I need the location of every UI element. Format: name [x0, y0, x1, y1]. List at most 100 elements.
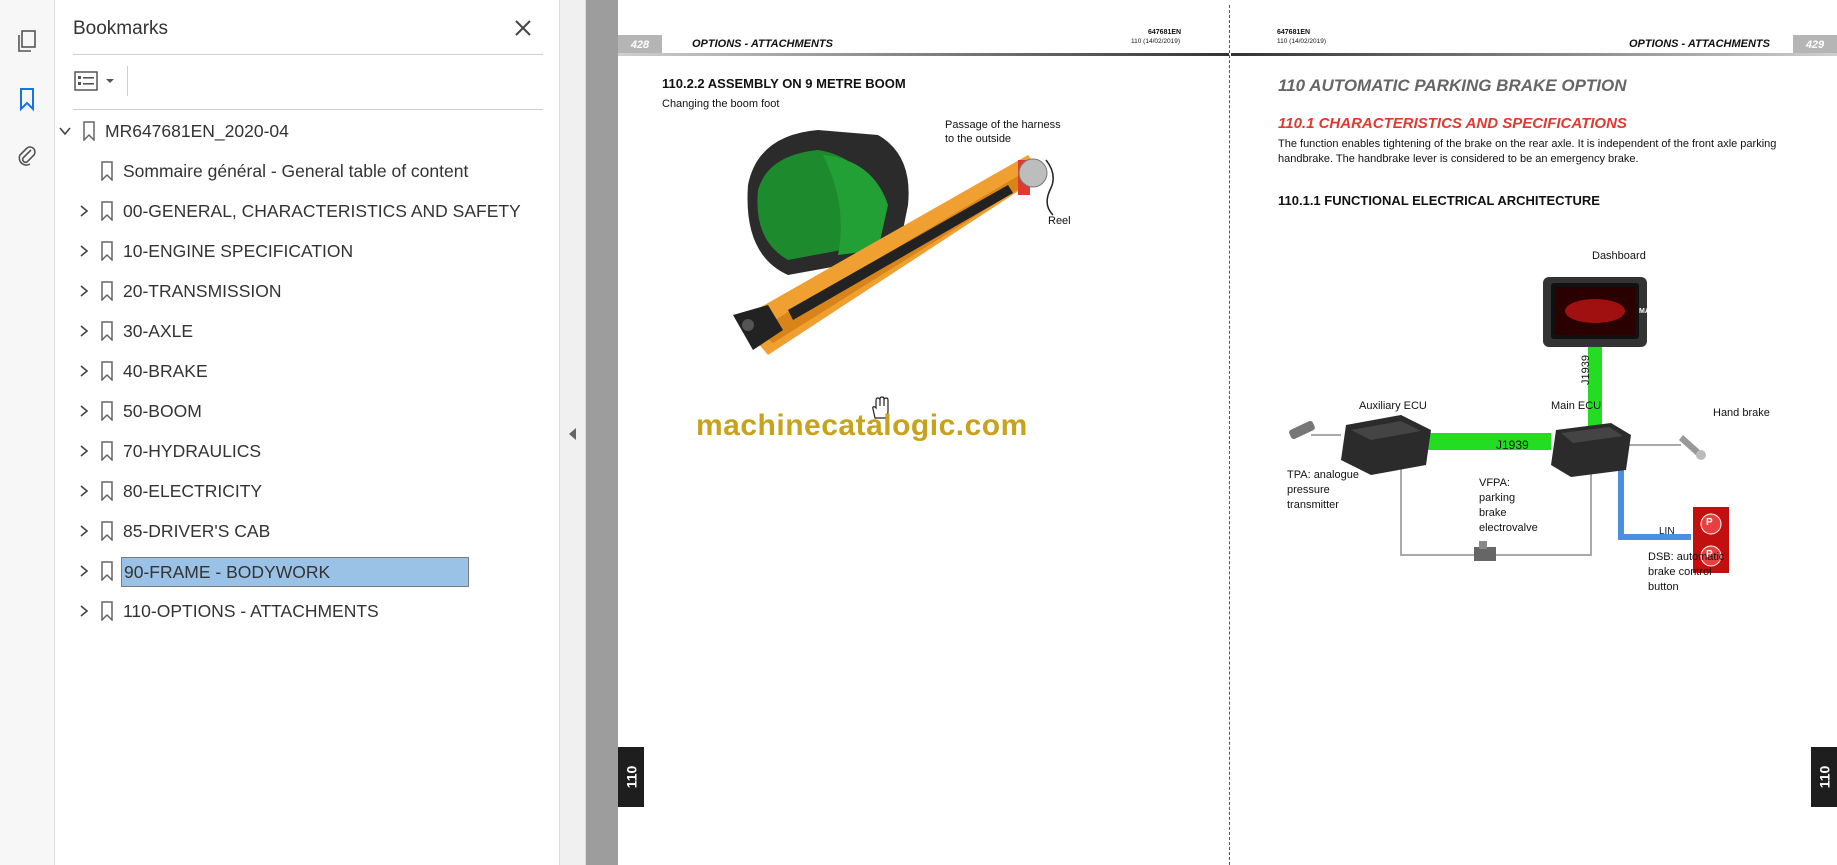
doc-date: 110 (14/02/2019) [1131, 38, 1181, 45]
page-header-title: OPTIONS - ATTACHMENTS [1629, 38, 1770, 50]
page-number: 429 [1793, 35, 1837, 55]
panel-divider [73, 109, 543, 110]
toolbar-separator [127, 66, 128, 96]
header-rule [618, 53, 1229, 56]
bookmark-row[interactable]: 90-FRAME - BODYWORK [55, 555, 559, 587]
bookmark-row[interactable]: 30-AXLE [55, 315, 559, 347]
auxiliary-ecu-label: Auxiliary ECU [1359, 400, 1427, 412]
bookmark-icon [20, 88, 34, 112]
bookmark-row[interactable]: Sommaire général - General table of cont… [55, 155, 559, 187]
panel-title: Bookmarks [73, 18, 169, 39]
bookmark-row[interactable]: 10-ENGINE SPECIFICATION [55, 235, 559, 267]
bookmark-row[interactable]: MR647681EN_2020-04 [55, 115, 559, 147]
vfpa-label-line3: brake [1479, 507, 1507, 519]
doc-code: 647681EN [1148, 29, 1182, 36]
bookmark-label: 00-GENERAL, CHARACTERISTICS AND SAFETY [123, 201, 521, 221]
bookmark-label: Sommaire général - General table of cont… [123, 161, 469, 181]
page-428: 428 OPTIONS - ATTACHMENTS 647681EN 110 (… [618, 5, 1230, 865]
bookmark-label: 40-BRAKE [123, 361, 208, 381]
chevron-right-icon[interactable] [76, 603, 92, 619]
bookmark-icon [99, 480, 115, 502]
bookmark-row[interactable]: 85-DRIVER'S CAB [55, 515, 559, 547]
p-symbol-top: P [1706, 517, 1713, 528]
chevron-right-icon[interactable] [76, 403, 92, 419]
list-options-icon [74, 71, 98, 91]
bookmark-row[interactable]: 20-TRANSMISSION [55, 275, 559, 307]
harness-label: Passage of the harness [945, 119, 1061, 131]
bookmark-row[interactable]: 00-GENERAL, CHARACTERISTICS AND SAFETY [55, 195, 559, 227]
bookmark-label: 20-TRANSMISSION [123, 281, 282, 301]
dsb-label-line3: button [1648, 581, 1679, 593]
close-panel-button[interactable] [510, 15, 536, 41]
paperclip-icon [18, 146, 36, 166]
left-tool-rail [0, 0, 55, 865]
chevron-right-icon[interactable] [76, 523, 92, 539]
tpa-sensor [1289, 420, 1315, 440]
tpa-label-line2: pressure [1287, 484, 1330, 496]
vfpa-label-line1: VFPA: [1479, 477, 1510, 489]
bookmark-icon [99, 280, 115, 302]
characteristics-heading: 110.1 CHARACTERISTICS AND SPECIFICATIONS [1278, 115, 1627, 132]
dashboard-label: Dashboard [1592, 250, 1646, 262]
section-title: 110.2.2 ASSEMBLY ON 9 METRE BOOM [662, 76, 906, 91]
boom-foot-illustration [733, 130, 1054, 355]
chapter-side-tab-label: 110 [623, 765, 639, 789]
hand-brake-unit [1679, 435, 1706, 460]
paragraph-line-1: The function enables tightening of the b… [1278, 138, 1777, 150]
main-ecu-label: Main ECU [1551, 400, 1602, 412]
bookmark-icon [99, 560, 115, 582]
bookmark-row[interactable]: 110-OPTIONS - ATTACHMENTS [55, 595, 559, 627]
page-429: 647681EN 110 (14/02/2019) OPTIONS - ATTA… [1231, 5, 1837, 865]
collapse-arrow-icon[interactable] [569, 428, 576, 440]
reel-label: Reel [1048, 215, 1071, 227]
main-ecu-unit [1551, 423, 1631, 477]
bookmark-icon [99, 400, 115, 422]
tpa-label-line3: transmitter [1287, 499, 1339, 511]
bookmark-label: 90-FRAME - BODYWORK [121, 557, 469, 587]
page-thumbnails-button[interactable] [8, 22, 46, 60]
lin-bus [1618, 460, 1691, 540]
bookmark-icon [99, 320, 115, 342]
pages-icon [18, 30, 36, 52]
chevron-right-icon[interactable] [76, 203, 92, 219]
j1939-horizontal-bus [1423, 433, 1551, 450]
bookmark-row[interactable]: 80-ELECTRICITY [55, 475, 559, 507]
page-number: 428 [618, 35, 662, 55]
chevron-down-icon[interactable] [57, 123, 73, 139]
panel-splitter[interactable] [559, 0, 586, 865]
bookmark-label: 80-ELECTRICITY [123, 481, 263, 501]
dsb-label-line2: brake control [1648, 566, 1712, 578]
attachments-button[interactable] [8, 136, 46, 174]
chevron-right-icon[interactable] [76, 443, 92, 459]
electrical-architecture-diagram [1289, 277, 1729, 573]
chapter-side-tab-label: 110 [1816, 765, 1832, 789]
bookmark-options-button[interactable] [73, 66, 123, 96]
chevron-right-icon[interactable] [76, 323, 92, 339]
vfpa-label-line4: electrovalve [1479, 522, 1538, 534]
bookmark-icon [81, 120, 97, 142]
chevron-right-icon[interactable] [76, 563, 92, 579]
chapter-side-tab: 110 [1811, 747, 1837, 807]
harness-label-line2: to the outside [945, 133, 1012, 145]
bookmark-icon [99, 440, 115, 462]
caret-down-icon [106, 79, 114, 83]
bookmark-label: 10-ENGINE SPECIFICATION [123, 241, 354, 261]
lin-label: LIN [1659, 526, 1675, 537]
bookmark-icon [99, 160, 115, 182]
chevron-right-icon[interactable] [76, 483, 92, 499]
bookmark-row[interactable]: 70-HYDRAULICS [55, 435, 559, 467]
bookmark-row[interactable]: 40-BRAKE [55, 355, 559, 387]
chapter-side-tab: 110 [618, 747, 644, 807]
watermark-text: machinecatalogic.com [696, 409, 1028, 442]
dashboard-brand: MANITOU [1639, 308, 1672, 315]
bookmarks-panel-button[interactable] [8, 80, 46, 118]
hand-brake-label: Hand brake [1713, 407, 1770, 419]
chevron-right-icon[interactable] [76, 283, 92, 299]
bookmark-label: 85-DRIVER'S CAB [123, 521, 271, 541]
doc-code: 647681EN [1277, 29, 1311, 36]
chevron-right-icon[interactable] [76, 363, 92, 379]
chevron-right-icon[interactable] [76, 243, 92, 259]
pdf-reader-window: Bookmarks MR647681EN_2020-04 Sommaire gén… [0, 0, 1837, 865]
bookmark-row[interactable]: 50-BOOM [55, 395, 559, 427]
vfpa-label-line2: parking [1479, 492, 1516, 504]
